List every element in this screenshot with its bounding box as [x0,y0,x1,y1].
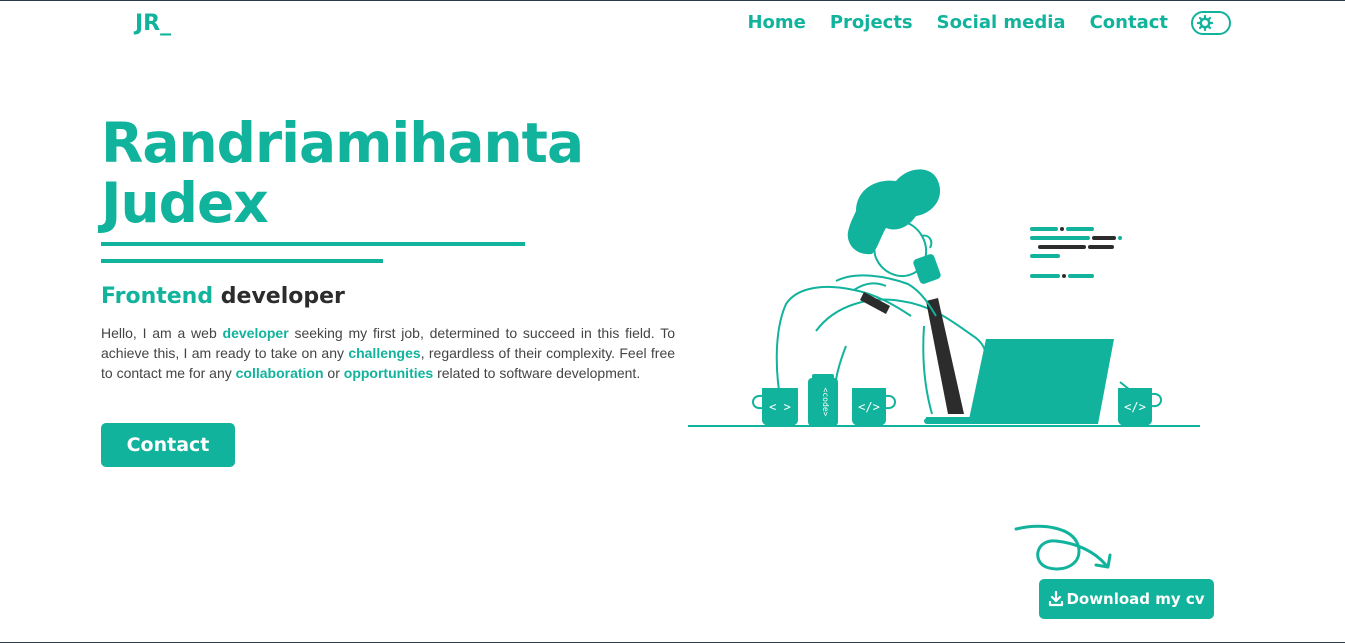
logo[interactable]: JR_ [135,11,171,36]
role-rest: developer [220,284,345,309]
mug-graphic: </> [852,388,896,426]
curly-arrow-icon [1014,524,1112,571]
mug-graphic: </> [1118,381,1162,426]
bio-paragraph: Hello, I am a web developer seeking my f… [101,323,675,383]
bio-text: related to software development. [433,365,641,381]
code-lines-graphic [1030,227,1122,278]
mug-code-label: </> [1124,400,1146,414]
nav-contact[interactable]: Contact [1090,9,1168,37]
contact-button[interactable]: Contact [101,423,235,467]
bio-text: or [323,365,344,381]
gear-icon [1197,15,1213,31]
bio-highlight: opportunities [343,365,434,381]
download-icon [1049,591,1064,607]
theme-toggle[interactable] [1191,11,1231,35]
bio-highlight: challenges [348,345,421,361]
bio-highlight: collaboration [235,365,324,381]
bio-text: Hello, I am a web [101,325,223,341]
mug-graphic: < > [752,388,798,426]
main-nav: Home Projects Social media Contact [723,9,1231,37]
hero-name: Randriamihanta Judex [101,111,584,235]
developer-illustration: < > <code> </> </> [688,169,1200,427]
download-cv-button[interactable]: Download my cv [1039,579,1214,619]
role-accent: Frontend [101,284,214,309]
nav-projects[interactable]: Projects [830,9,913,37]
can-graphic: <code> [808,374,838,426]
mug-code-label: </> [858,400,880,414]
underline-short [101,259,383,263]
name-line-2: Judex [101,171,269,235]
mug-code-label: < > [769,400,791,414]
portfolio-page: JR_ Home Projects Social media Contact R… [0,0,1345,643]
nav-home[interactable]: Home [747,9,805,37]
download-cv-label: Download my cv [1066,590,1205,608]
underline-long [101,242,525,246]
name-line-1: Randriamihanta [101,111,584,175]
can-code-label: <code> [821,388,830,417]
person-graphic [775,169,987,419]
role-title: Frontend developer [101,284,345,309]
nav-social-media[interactable]: Social media [937,9,1066,37]
bio-highlight: developer [222,325,289,341]
